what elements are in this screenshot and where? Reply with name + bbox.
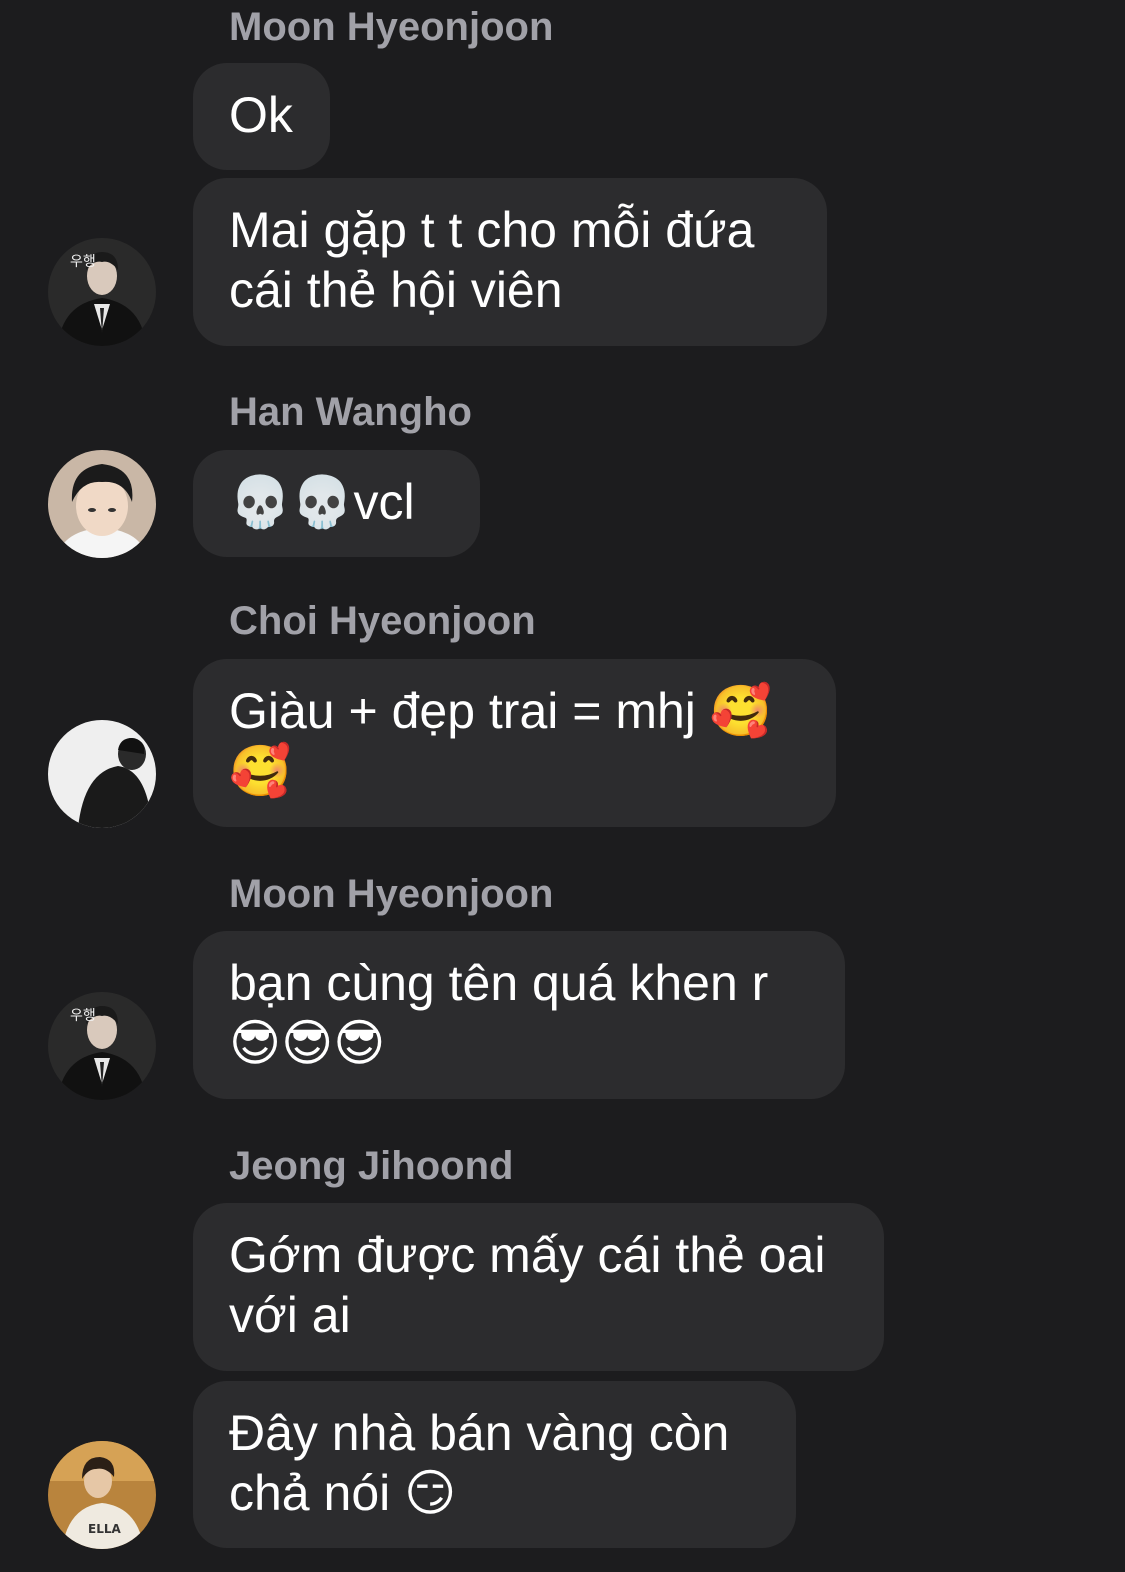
avatar-text: 우행: [70, 1008, 96, 1024]
avatar-image: [48, 450, 156, 558]
message-bubble[interactable]: bạn cùng tên quá khen r 😎😎😎: [193, 931, 845, 1099]
avatar-text: 우행: [70, 254, 96, 270]
sender-name-moon-hyeonjoon: Moon Hyeonjoon: [229, 5, 554, 49]
avatar-text: ELLA: [88, 1522, 121, 1536]
avatar-han-wangho[interactable]: [48, 450, 156, 558]
sender-name-han-wangho: Han Wangho: [229, 390, 472, 434]
message-bubble[interactable]: Đây nhà bán vàng còn chả nói 😏: [193, 1381, 796, 1548]
message-bubble[interactable]: Gớm được mấy cái thẻ oai với ai: [193, 1203, 884, 1371]
message-bubble[interactable]: Mai gặp t t cho mỗi đứa cái thẻ hội viên: [193, 178, 827, 346]
avatar-moon-hyeonjoon[interactable]: 우행: [48, 238, 156, 346]
avatar-image: [48, 720, 156, 828]
message-bubble[interactable]: 💀💀vcl: [193, 450, 480, 557]
avatar-moon-hyeonjoon[interactable]: 우행: [48, 992, 156, 1100]
avatar-image: ELLA: [48, 1441, 156, 1549]
avatar-image: 우행: [48, 992, 156, 1100]
avatar-image: 우행: [48, 238, 156, 346]
avatar-jeong-jihoond[interactable]: ELLA: [48, 1441, 156, 1549]
sender-name-jeong-jihoond: Jeong Jihoond: [229, 1144, 514, 1188]
avatar-choi-hyeonjoon[interactable]: [48, 720, 156, 828]
message-bubble[interactable]: Ok: [193, 63, 330, 170]
sender-name-moon-hyeonjoon: Moon Hyeonjoon: [229, 872, 554, 916]
sender-name-choi-hyeonjoon: Choi Hyeonjoon: [229, 599, 536, 643]
message-bubble[interactable]: Giàu + đẹp trai = mhj 🥰 🥰: [193, 659, 836, 827]
